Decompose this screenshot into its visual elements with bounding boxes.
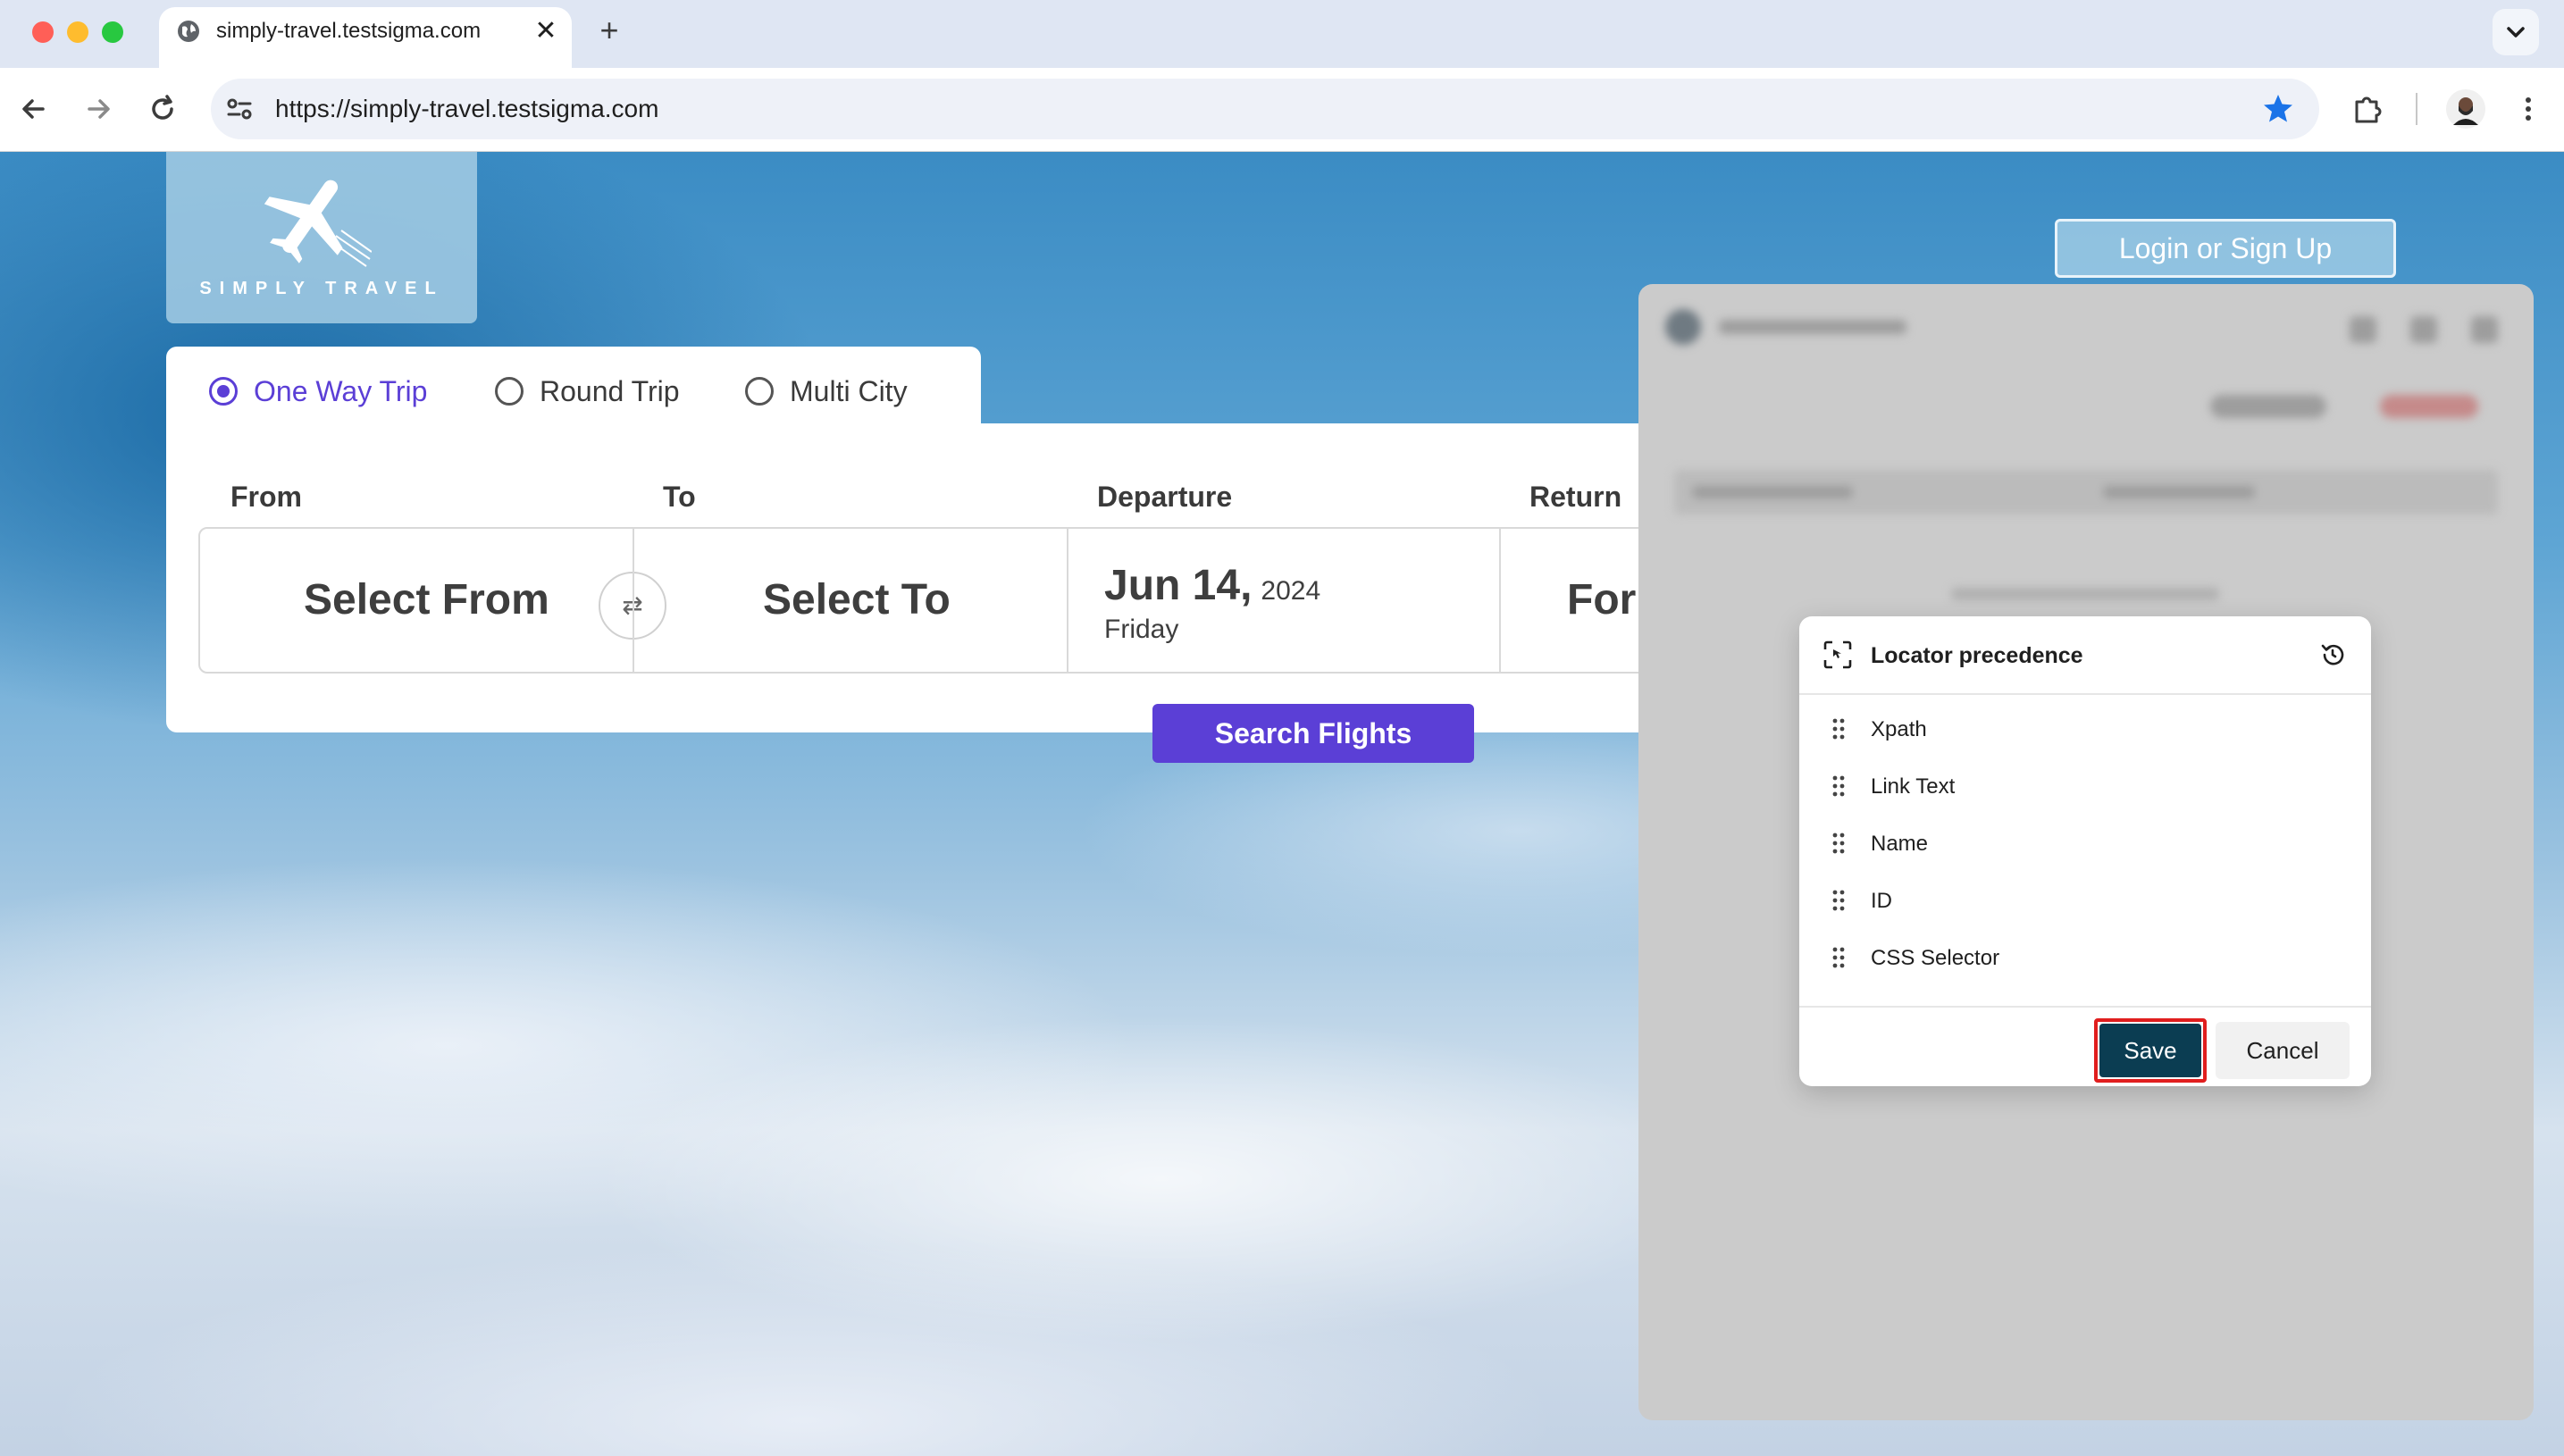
extensions-puzzle-icon[interactable] [2348,89,2387,129]
locator-scan-icon [1823,640,1852,669]
return-field[interactable]: For [1567,575,1636,624]
locator-item-id[interactable]: ID [1799,872,2371,929]
departure-day: Friday [1104,615,1179,644]
round-trip-label[interactable]: Round Trip [540,373,680,409]
site-settings-icon[interactable] [220,89,259,129]
departure-year: 2024 [1261,576,1321,606]
url-text[interactable]: https://simply-travel.testsigma.com [275,93,658,125]
field-divider [1499,529,1501,672]
field-divider [633,529,634,672]
multi-city-radio[interactable] [745,377,774,406]
forward-arrow-icon[interactable] [79,89,118,129]
reload-icon[interactable] [143,89,182,129]
trip-type-selector: One Way Trip Round Trip Multi City [166,347,981,429]
tab-search-button[interactable] [2493,9,2539,55]
locator-label: Link Text [1871,774,1956,799]
window-minimize-button[interactable] [67,21,88,43]
one-way-label[interactable]: One Way Trip [254,373,427,409]
to-field[interactable]: Select To [763,575,951,624]
return-label: Return [1529,481,1622,513]
locator-item-css-selector[interactable]: CSS Selector [1799,929,2371,986]
airplane-icon [264,180,372,267]
locator-item-xpath[interactable]: Xpath [1799,700,2371,757]
multi-city-label[interactable]: Multi City [790,373,908,409]
window-close-button[interactable] [32,21,54,43]
bookmark-star-icon[interactable] [2258,89,2298,129]
departure-date-field[interactable]: Jun 14, 2024 [1104,561,1320,610]
cancel-button[interactable]: Cancel [2216,1022,2350,1079]
save-button[interactable]: Save [2099,1024,2201,1077]
departure-date: Jun 14, [1104,562,1253,609]
dialog-footer: Save Cancel [1799,1006,2371,1086]
locator-label: CSS Selector [1871,946,2000,970]
locator-label: ID [1871,889,1892,913]
browser-menu-icon[interactable] [2510,89,2546,129]
field-divider [1067,529,1068,672]
drag-handle-icon[interactable] [1830,774,1848,799]
logo-text: SIMPLY TRAVEL [199,279,444,298]
drag-handle-icon[interactable] [1830,888,1848,913]
globe-icon [178,21,199,42]
locator-label: Name [1871,832,1929,856]
tab-strip: simply-travel.testsigma.com ✕ + [0,0,2564,68]
from-field[interactable]: Select From [304,575,549,624]
reset-icon[interactable] [2317,640,2348,670]
tab-close-icon[interactable]: ✕ [532,16,559,46]
departure-label: Departure [1097,481,1233,513]
chevron-down-icon [2507,27,2525,38]
one-way-radio[interactable] [209,377,238,406]
site-logo[interactable]: SIMPLY TRAVEL [166,152,477,323]
round-trip-radio[interactable] [495,377,524,406]
toolbar-divider [2416,93,2417,125]
to-label: To [663,481,696,513]
new-tab-button[interactable]: + [593,13,625,48]
locator-label: Xpath [1871,717,1927,741]
search-fields-row: Select From ⇄ Select To Jun 14,2024 Frid… [198,527,1717,674]
flight-search-card: From To Departure Return Select From ⇄ S… [166,423,1717,732]
drag-handle-icon[interactable] [1830,945,1848,970]
locator-precedence-dialog: Locator precedence Xpath Link Text Name … [1799,616,2371,1086]
locator-item-name[interactable]: Name [1799,815,2371,872]
profile-avatar[interactable] [2444,88,2487,130]
locator-item-link-text[interactable]: Link Text [1799,757,2371,815]
login-signup-button[interactable]: Login or Sign Up [2055,219,2396,278]
from-label: From [230,481,302,513]
drag-handle-icon[interactable] [1830,716,1848,741]
drag-handle-icon[interactable] [1830,831,1848,856]
window-zoom-button[interactable] [102,21,123,43]
search-flights-button[interactable]: Search Flights [1152,704,1474,763]
dialog-header: Locator precedence [1799,616,2371,695]
blurred-panel-content [1638,284,2534,659]
dialog-title: Locator precedence [1871,643,2083,668]
tab-title: simply-travel.testsigma.com [216,19,482,43]
back-arrow-icon[interactable] [14,89,54,129]
